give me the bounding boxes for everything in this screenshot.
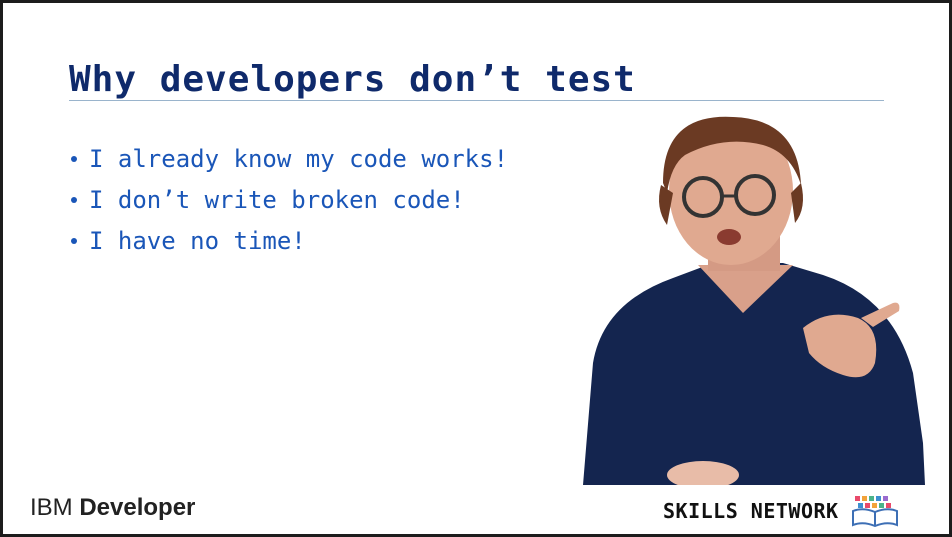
bullet-dot-icon xyxy=(71,196,77,203)
skills-network-book-icon xyxy=(851,496,898,527)
slide: Why developers don’t test I already know… xyxy=(3,3,949,534)
title-divider xyxy=(69,100,884,101)
bullet-list: I already know my code works! I don’t wr… xyxy=(69,138,508,261)
bullet-text: I don’t write broken code! xyxy=(89,185,465,214)
skills-network-logo: SKILLS NETWORK xyxy=(663,495,899,527)
bullet-item: I have no time! xyxy=(69,220,508,261)
brand-name: Developer xyxy=(79,494,196,521)
bullet-dot-icon xyxy=(71,155,77,162)
presenter-image xyxy=(583,116,925,485)
video-frame: Why developers don’t test I already know… xyxy=(0,0,952,537)
skills-network-label: SKILLS NETWORK xyxy=(663,499,839,523)
slide-title: Why developers don’t test xyxy=(69,59,636,100)
bullet-text: I have no time! xyxy=(89,226,306,255)
bullet-dot-icon xyxy=(71,237,77,244)
bullet-item: I already know my code works! xyxy=(69,138,508,179)
bullet-item: I don’t write broken code! xyxy=(69,179,508,220)
brand-prefix: IBM xyxy=(30,494,73,521)
bullet-text: I already know my code works! xyxy=(89,144,509,173)
ibm-developer-logo: IBM Developer xyxy=(30,494,195,522)
